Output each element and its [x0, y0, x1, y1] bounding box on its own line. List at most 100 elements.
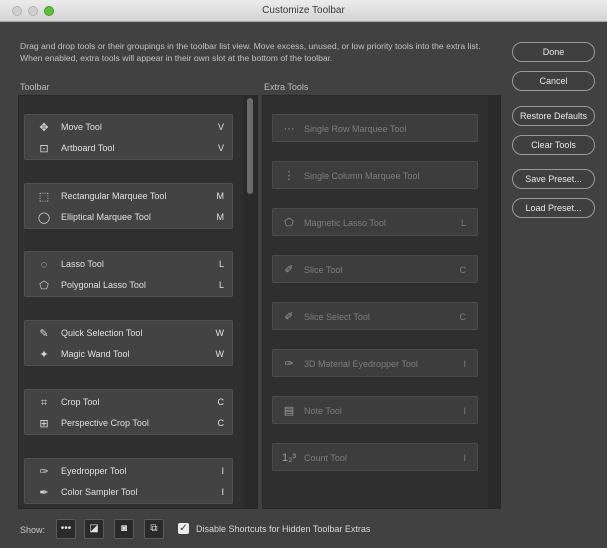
- tool-shortcut: I: [221, 466, 224, 476]
- polygonal-lasso-icon: ⬠: [39, 280, 49, 292]
- tool-group-selection[interactable]: ✎ Quick Selection Tool W ✦ Magic Wand To…: [24, 320, 233, 366]
- tool-shortcut: C: [217, 418, 225, 428]
- extra-tool-shortcut: C: [459, 312, 467, 322]
- tool-shortcut: C: [217, 397, 225, 407]
- show-screen-mode-toggle[interactable]: ⧉: [144, 519, 164, 539]
- elliptical-marquee-icon: ◯: [37, 212, 51, 224]
- 3d-material-eyedropper-icon: ✑: [284, 358, 294, 370]
- clear-tools-button[interactable]: Clear Tools: [512, 135, 595, 155]
- tool-row[interactable]: ✥ Move Tool V: [25, 118, 234, 138]
- tool-row[interactable]: ⬠ Polygonal Lasso Tool L: [25, 276, 234, 296]
- tool-name: Perspective Crop Tool: [61, 418, 149, 428]
- extra-tool-name: Note Tool: [304, 406, 342, 416]
- title-bar: Customize Toolbar: [0, 0, 607, 22]
- tool-name: Lasso Tool: [61, 259, 104, 269]
- count-icon: 1₂³: [281, 452, 297, 464]
- bottom-bar: Show: ••• ◪ ◙ ⧉ ✓ Disable Shortcuts for …: [0, 512, 607, 548]
- tool-row[interactable]: ✦ Magic Wand Tool W: [25, 345, 234, 365]
- extra-tool-item[interactable]: ⬠ Magnetic Lasso Tool L: [272, 208, 478, 236]
- tool-group-lasso[interactable]: ◌ Lasso Tool L ⬠ Polygonal Lasso Tool L: [24, 251, 233, 297]
- extra-tool-item[interactable]: 1₂³ Count Tool I: [272, 443, 478, 471]
- extra-tool-name: Slice Select Tool: [304, 312, 370, 322]
- extra-tool-shortcut: C: [459, 265, 467, 275]
- customize-toolbar-dialog: Drag and drop tools or their groupings i…: [0, 22, 607, 548]
- perspective-crop-icon: ⊞: [39, 418, 49, 430]
- done-button[interactable]: Done: [512, 42, 595, 62]
- tool-shortcut: I: [221, 487, 224, 497]
- tool-shortcut: V: [217, 122, 224, 132]
- tool-shortcut: W: [215, 349, 225, 359]
- tool-group-marquee[interactable]: ⬚ Rectangular Marquee Tool M ◯ Elliptica…: [24, 183, 233, 229]
- extra-tool-item[interactable]: ⋮ Single Column Marquee Tool: [272, 161, 478, 189]
- rectangular-marquee-icon: ⬚: [38, 191, 50, 203]
- tool-row[interactable]: ⊡ Artboard Tool V: [25, 139, 234, 159]
- extra-tool-name: 3D Material Eyedropper Tool: [304, 359, 418, 369]
- extra-tool-shortcut: I: [463, 453, 466, 463]
- extra-tool-item[interactable]: ▤ Note Tool I: [272, 396, 478, 424]
- eyedropper-icon: ✑: [39, 466, 49, 478]
- tool-name: Magic Wand Tool: [61, 349, 130, 359]
- tool-shortcut: M: [216, 191, 225, 201]
- move-icon: ✥: [39, 122, 49, 134]
- tool-group-eyedropper[interactable]: ✑ Eyedropper Tool I ✒ Color Sampler Tool…: [24, 458, 233, 504]
- show-label: Show:: [20, 525, 46, 535]
- quick-selection-icon: ✎: [39, 328, 49, 340]
- restore-defaults-button[interactable]: Restore Defaults: [512, 106, 595, 126]
- show-colors-toggle[interactable]: ◪: [84, 519, 104, 539]
- tool-name: Eyedropper Tool: [61, 466, 127, 476]
- extra-tool-shortcut: I: [463, 406, 466, 416]
- show-extra-tools-toggle[interactable]: •••: [56, 519, 76, 539]
- tool-shortcut: L: [218, 280, 224, 290]
- note-icon: ▤: [283, 405, 295, 417]
- tool-row[interactable]: ⊞ Perspective Crop Tool C: [25, 414, 234, 434]
- extra-tools-label: Extra Tools: [264, 82, 309, 92]
- tool-name: Quick Selection Tool: [61, 328, 143, 338]
- extra-tools-list[interactable]: ··· Single Row Marquee Tool ⋮ Single Col…: [262, 95, 501, 509]
- tool-group-crop[interactable]: ⌗ Crop Tool C ⊞ Perspective Crop Tool C: [24, 389, 233, 435]
- tool-name: Color Sampler Tool: [61, 487, 138, 497]
- toolbar-scrollbar[interactable]: [243, 96, 257, 508]
- artboard-icon: ⊡: [39, 143, 49, 155]
- tool-row[interactable]: ◌ Lasso Tool L: [25, 255, 234, 275]
- extra-tool-name: Magnetic Lasso Tool: [304, 218, 386, 228]
- tool-group-move[interactable]: ✥ Move Tool V ⊡ Artboard Tool V: [24, 114, 233, 160]
- extra-tool-item[interactable]: ··· Single Row Marquee Tool: [272, 114, 478, 142]
- magic-wand-icon: ✦: [39, 349, 49, 361]
- disable-shortcuts-checkbox[interactable]: ✓: [178, 523, 189, 534]
- extra-tool-item[interactable]: ✐ Slice Tool C: [272, 255, 478, 283]
- toolbar-scroll-thumb[interactable]: [247, 98, 253, 194]
- disable-shortcuts-label[interactable]: Disable Shortcuts for Hidden Toolbar Ext…: [196, 524, 370, 534]
- tool-name: Move Tool: [61, 122, 102, 132]
- cancel-button[interactable]: Cancel: [512, 71, 595, 91]
- tool-shortcut: L: [218, 259, 224, 269]
- save-preset-button[interactable]: Save Preset...: [512, 169, 595, 189]
- extra-tool-item[interactable]: ✑ 3D Material Eyedropper Tool I: [272, 349, 478, 377]
- extra-tool-name: Single Row Marquee Tool: [304, 124, 407, 134]
- toolbar-label: Toolbar: [20, 82, 50, 92]
- extra-tools-scrollbar[interactable]: [488, 96, 500, 508]
- tool-row[interactable]: ✎ Quick Selection Tool W: [25, 324, 234, 344]
- tool-shortcut: W: [215, 328, 225, 338]
- extra-tool-shortcut: I: [463, 359, 466, 369]
- tool-shortcut: V: [217, 143, 224, 153]
- tool-name: Elliptical Marquee Tool: [61, 212, 151, 222]
- tool-row[interactable]: ⬚ Rectangular Marquee Tool M: [25, 187, 234, 207]
- tool-row[interactable]: ✑ Eyedropper Tool I: [25, 462, 234, 482]
- more-icon: •••: [60, 523, 72, 534]
- tool-row[interactable]: ✒ Color Sampler Tool I: [25, 483, 234, 503]
- extra-tool-name: Single Column Marquee Tool: [304, 171, 420, 181]
- slice-icon: ✐: [284, 264, 294, 276]
- single-column-marquee-icon: ⋮: [283, 170, 295, 182]
- magnetic-lasso-icon: ⬠: [284, 217, 294, 229]
- screen-mode-icon: ⧉: [150, 523, 158, 534]
- tool-row[interactable]: ◯ Elliptical Marquee Tool M: [25, 208, 234, 228]
- show-quick-mask-toggle[interactable]: ◙: [114, 519, 134, 539]
- load-preset-button[interactable]: Load Preset...: [512, 198, 595, 218]
- tool-name: Crop Tool: [61, 397, 100, 407]
- tool-name: Rectangular Marquee Tool: [61, 191, 167, 201]
- color-sampler-icon: ✒: [39, 487, 49, 499]
- toolbar-list[interactable]: ✥ Move Tool V ⊡ Artboard Tool V ⬚ Rectan…: [18, 95, 258, 509]
- tool-row[interactable]: ⌗ Crop Tool C: [25, 393, 234, 413]
- extra-tool-item[interactable]: ✐ Slice Select Tool C: [272, 302, 478, 330]
- extra-tool-shortcut: L: [460, 218, 466, 228]
